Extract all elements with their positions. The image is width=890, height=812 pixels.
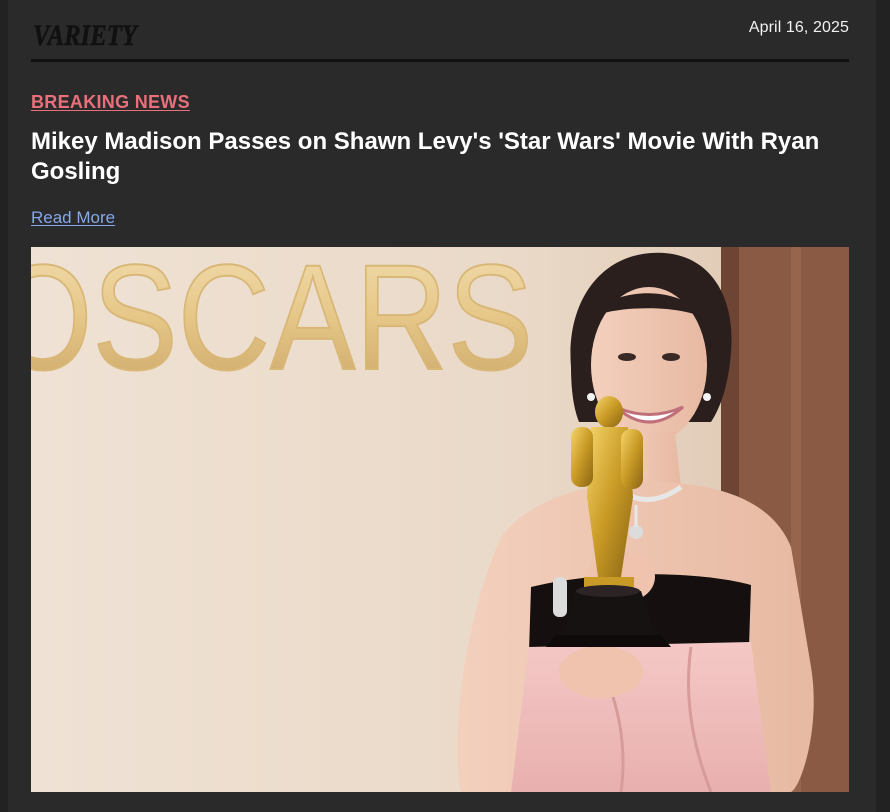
variety-logo-text: VARIETY xyxy=(33,19,139,52)
oscars-backdrop-text: OSCARS xyxy=(31,247,533,401)
issue-date: April 16, 2025 xyxy=(748,19,849,36)
article-photo[interactable]: OSCARS xyxy=(31,247,849,792)
header-divider xyxy=(31,59,849,62)
breaking-news-label[interactable]: BREAKING NEWS xyxy=(31,92,190,113)
article-headline[interactable]: Mikey Madison Passes on Shawn Levy's 'St… xyxy=(31,127,861,187)
header: VARIETY April 16, 2025 xyxy=(31,12,849,62)
variety-logo[interactable]: VARIETY xyxy=(31,14,141,54)
read-more-link[interactable]: Read More xyxy=(31,208,115,228)
left-edge xyxy=(0,0,8,812)
right-edge xyxy=(876,0,890,812)
email-body: VARIETY April 16, 2025 BREAKING NEWS Mik… xyxy=(0,0,890,812)
